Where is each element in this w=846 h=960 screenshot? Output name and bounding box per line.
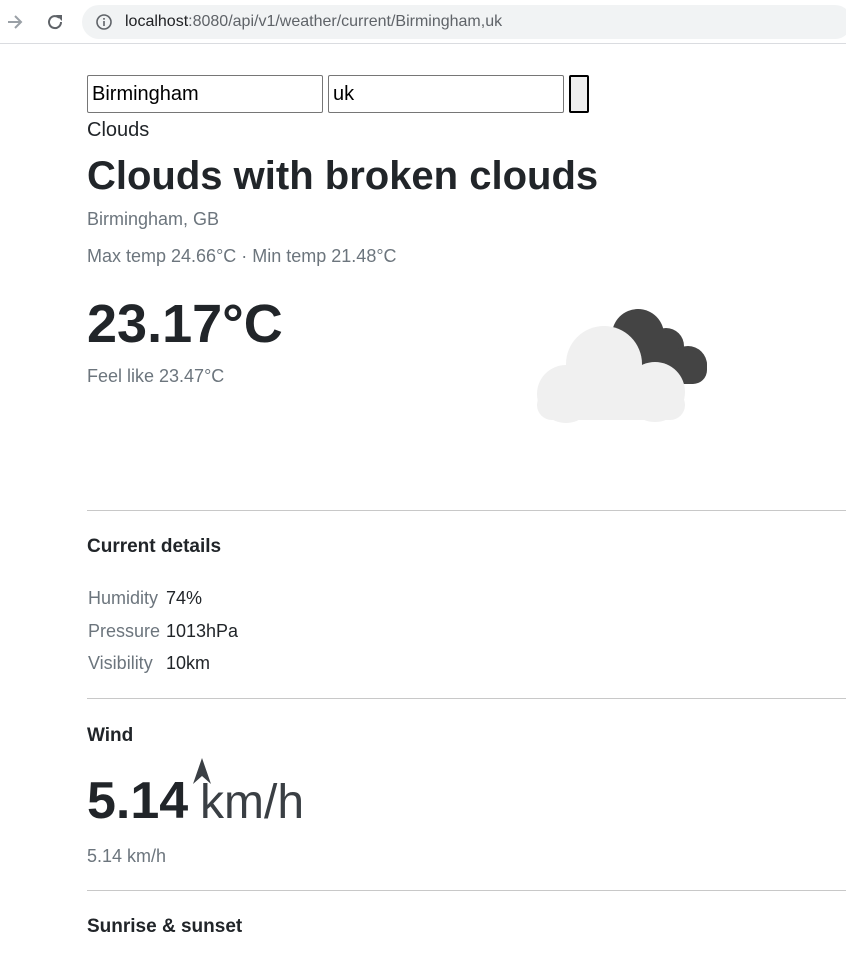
wind-speed-value: 5.14 bbox=[87, 772, 189, 830]
detail-label: Visibility bbox=[88, 653, 153, 673]
detail-value: 10km bbox=[166, 653, 211, 673]
search-button[interactable] bbox=[569, 75, 589, 113]
current-temperature: 23.17°C bbox=[87, 294, 283, 354]
broken-clouds-icon bbox=[537, 309, 707, 423]
detail-value: 1013hPa bbox=[166, 621, 239, 641]
divider bbox=[87, 698, 846, 699]
weather-page: Clouds Clouds with broken clouds Birming… bbox=[87, 44, 846, 960]
sunrise-sunset-heading: Sunrise & sunset bbox=[87, 916, 243, 937]
reload-icon bbox=[48, 15, 63, 30]
weather-main: Clouds bbox=[87, 119, 150, 141]
min-max-temp: Max temp 24.66°C · Min temp 21.48°C bbox=[87, 246, 397, 266]
wind-unit: km/h bbox=[200, 776, 305, 829]
url-path: :8080/api/v1/weather/current/Birmingham,… bbox=[188, 13, 503, 30]
wind-speed-subtext: 5.14 km/h bbox=[87, 846, 167, 866]
info-icon[interactable] bbox=[96, 14, 112, 30]
arrow-right-icon bbox=[8, 15, 23, 29]
wind-heading: Wind bbox=[87, 725, 134, 746]
divider bbox=[87, 890, 846, 891]
city-input[interactable] bbox=[87, 75, 323, 113]
divider bbox=[87, 510, 846, 511]
forward-button[interactable] bbox=[1, 8, 29, 36]
reload-button[interactable] bbox=[41, 8, 69, 36]
detail-label: Pressure bbox=[88, 621, 161, 641]
url-host: localhost bbox=[125, 13, 189, 30]
url-text[interactable]: localhost:8080/api/v1/weather/current/Bi… bbox=[125, 13, 502, 31]
country-input[interactable] bbox=[328, 75, 564, 113]
detail-value: 74% bbox=[166, 588, 203, 608]
location-text: Birmingham, GB bbox=[87, 209, 220, 229]
detail-label: Humidity bbox=[88, 588, 159, 608]
address-bar[interactable]: localhost:8080/api/v1/weather/current/Bi… bbox=[82, 5, 846, 39]
current-details-heading: Current details bbox=[87, 536, 222, 557]
weather-headline: Clouds with broken clouds bbox=[87, 154, 599, 198]
browser-toolbar: localhost:8080/api/v1/weather/current/Bi… bbox=[0, 0, 846, 44]
feels-like-text: Feel like 23.47°C bbox=[87, 366, 225, 386]
